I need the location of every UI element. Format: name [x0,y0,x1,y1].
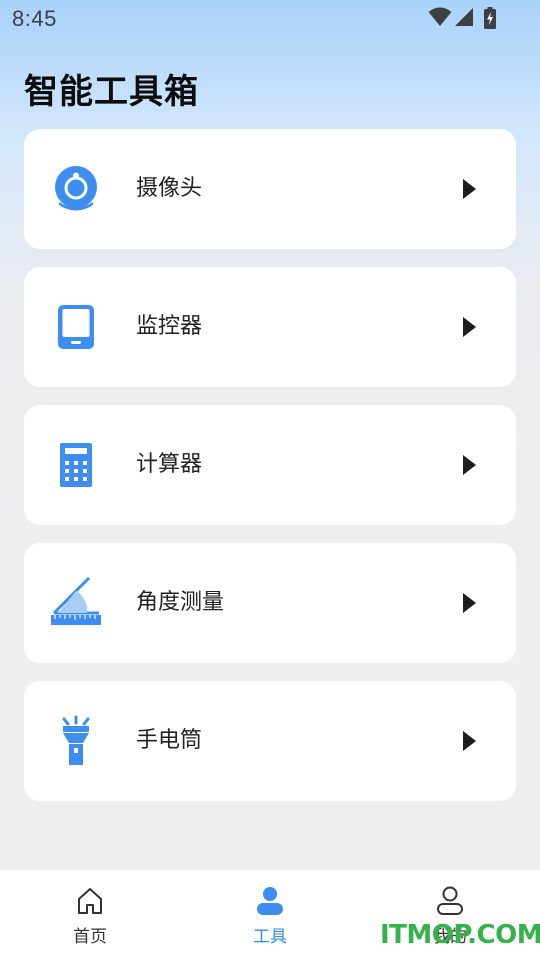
nav-item-tools[interactable]: 工具 [180,870,360,960]
user-filled-icon [257,887,283,915]
protractor-icon [51,577,101,625]
tool-card-angle[interactable]: 角度测量 [24,543,516,663]
wifi-icon [428,7,452,26]
chevron-right-icon[interactable] [460,453,480,477]
tool-card-flashlight[interactable]: 手电筒 [24,681,516,801]
chevron-right-icon[interactable] [460,729,480,753]
tablet-icon [58,305,94,349]
watermark: ITMOP.COM [380,920,540,950]
tool-card-calculator[interactable]: 计算器 [24,405,516,525]
nav-label-tools: 工具 [253,927,287,947]
tool-label-camera: 摄像头 [136,176,203,201]
page-title: 智能工具箱 [24,72,199,112]
status-time: 8:45 [12,6,57,31]
status-icons [428,7,500,29]
home-icon [78,888,102,914]
tool-label-monitor: 监控器 [136,314,203,339]
chevron-right-icon[interactable] [460,177,480,201]
tool-label-calculator: 计算器 [136,452,203,477]
tool-card-monitor[interactable]: 监控器 [24,267,516,387]
user-outline-icon [437,886,463,915]
tool-label-flashlight: 手电筒 [136,728,203,753]
tool-label-angle: 角度测量 [136,590,225,615]
nav-item-home[interactable]: 首页 [0,870,180,960]
tool-card-camera[interactable]: 摄像头 [24,129,516,249]
camera-icon [55,166,97,211]
nav-label-home: 首页 [73,927,107,947]
battery-charging-icon [484,7,496,29]
chevron-right-icon[interactable] [460,315,480,339]
calculator-icon [60,443,92,487]
flashlight-icon [62,715,90,765]
signal-icon [455,8,473,26]
status-bar: 8:45 [0,0,540,38]
chevron-right-icon[interactable] [460,591,480,615]
